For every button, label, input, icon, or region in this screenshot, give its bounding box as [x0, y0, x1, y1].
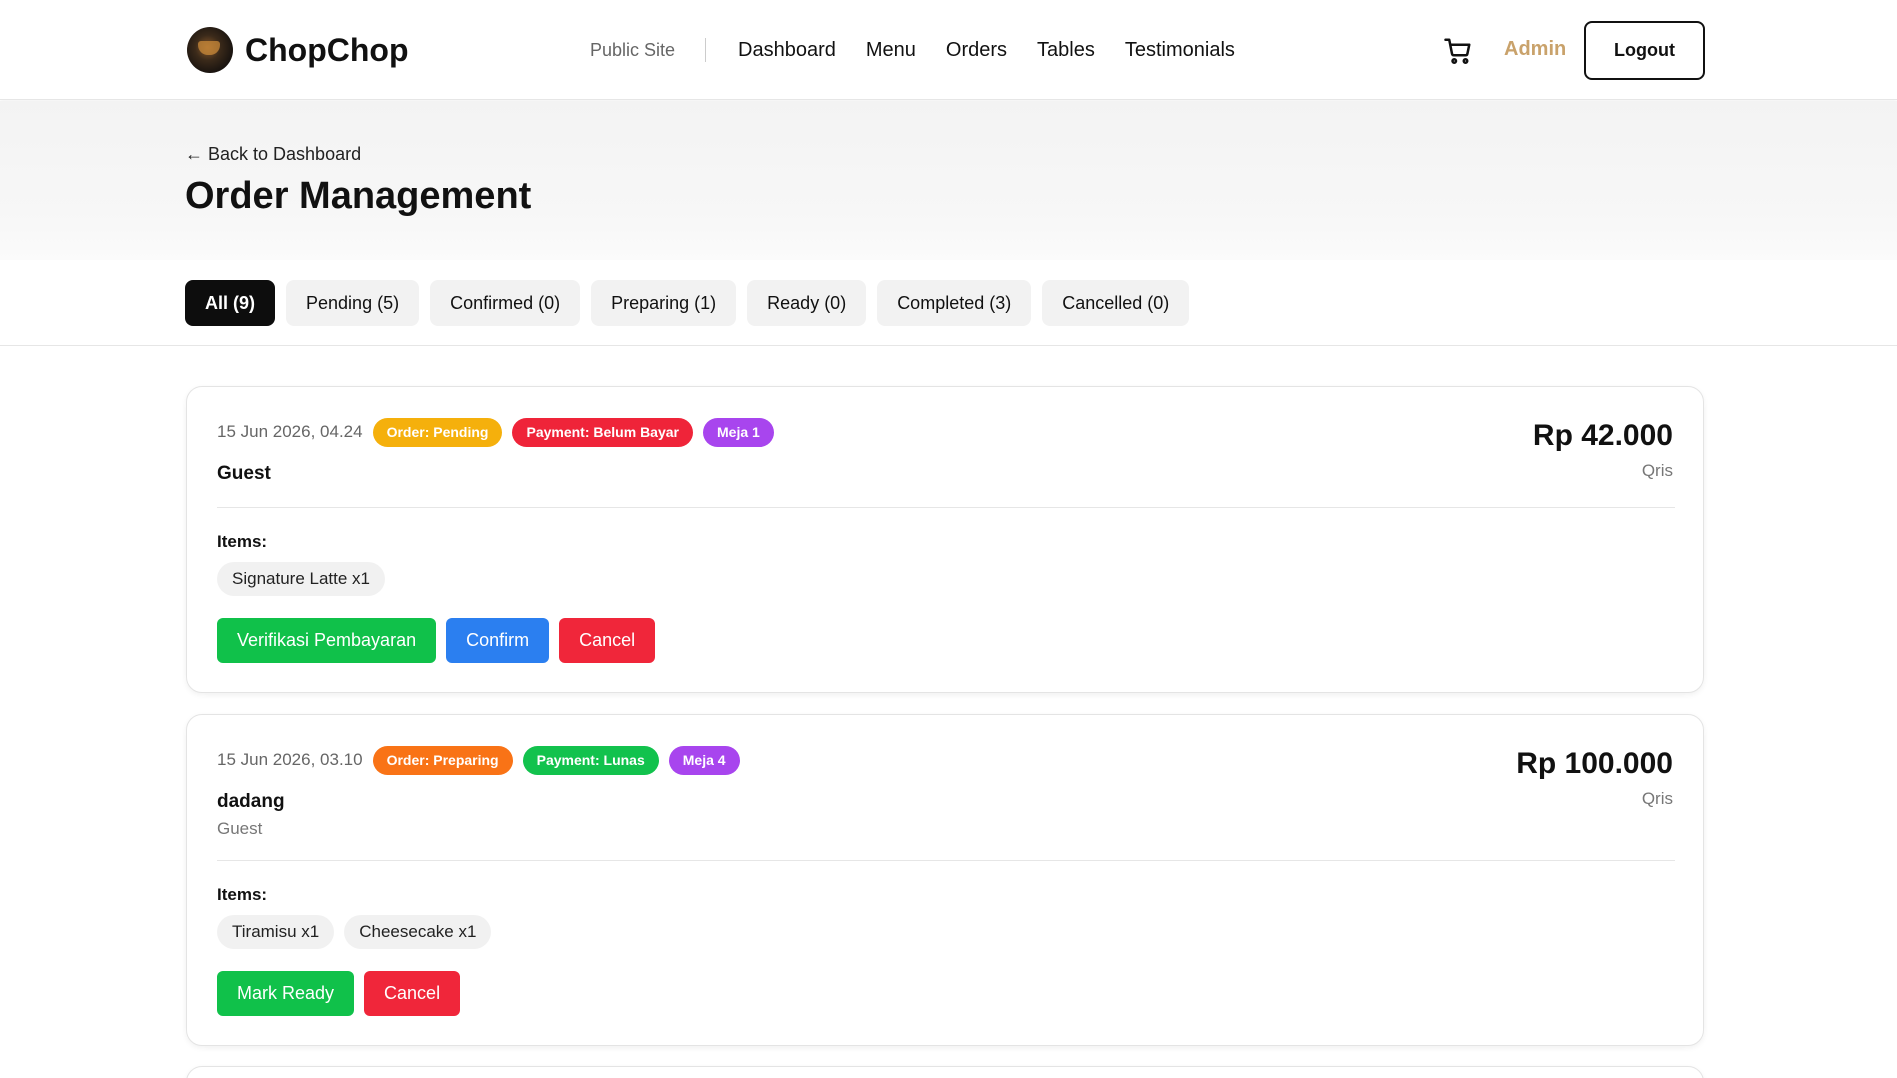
tab-ready[interactable]: Ready (0) — [747, 280, 867, 326]
item-chip: Tiramisu x1 — [217, 915, 335, 949]
mark-ready-button[interactable]: Mark Ready — [217, 971, 355, 1016]
customer-type: Guest — [217, 819, 263, 838]
order-card — [186, 1066, 1704, 1078]
brand-name: ChopChop — [245, 31, 409, 68]
back-to-dashboard-link[interactable]: ← Back to Dashboard — [185, 144, 361, 165]
items-label: Items: — [217, 885, 268, 904]
tab-preparing[interactable]: Preparing (1) — [591, 280, 737, 326]
page-title: Order Management — [185, 175, 532, 217]
order-items: Signature Latte x1 — [217, 562, 395, 596]
order-total: Rp 100.000 — [1516, 747, 1673, 780]
item-chip: Signature Latte x1 — [217, 562, 385, 596]
table-badge: Meja 4 — [668, 745, 740, 775]
admin-link[interactable]: Admin — [1504, 38, 1566, 61]
cancel-button[interactable]: Cancel — [559, 618, 656, 663]
tab-all[interactable]: All (9) — [185, 280, 276, 326]
order-status-badge: Order: Pending — [372, 417, 503, 447]
nav-testimonials[interactable]: Testimonials — [1125, 39, 1235, 62]
payment-method: Qris — [1641, 461, 1673, 480]
tab-pending[interactable]: Pending (5) — [286, 280, 420, 326]
table-badge: Meja 1 — [703, 417, 774, 447]
payment-method: Qris — [1641, 789, 1673, 808]
order-status-badge: Order: Preparing — [372, 745, 513, 775]
nav-dashboard[interactable]: Dashboard — [738, 39, 836, 62]
order-date: 15 Jun 2026, 03.10 — [217, 750, 363, 769]
card-divider — [217, 507, 1675, 508]
order-items: Tiramisu x1 Cheesecake x1 — [217, 915, 501, 949]
order-meta: 15 Jun 2026, 03.10 Order: Preparing Paym… — [217, 745, 750, 775]
tab-cancelled[interactable]: Cancelled (0) — [1042, 280, 1190, 326]
order-actions: Mark Ready Cancel — [217, 971, 470, 1016]
coffee-logo-icon — [187, 27, 233, 73]
nav-menu[interactable]: Menu — [866, 39, 916, 62]
order-card: 15 Jun 2026, 04.24 Order: Pending Paymen… — [186, 386, 1704, 693]
item-chip: Cheesecake x1 — [344, 915, 492, 949]
order-actions: Verifikasi Pembayaran Confirm Cancel — [217, 618, 665, 663]
brand[interactable]: ChopChop — [187, 27, 409, 73]
verify-payment-button[interactable]: Verifikasi Pembayaran — [217, 618, 437, 663]
order-card: 15 Jun 2026, 03.10 Order: Preparing Paym… — [186, 714, 1704, 1046]
order-meta: 15 Jun 2026, 04.24 Order: Pending Paymen… — [217, 417, 784, 447]
customer-name: Guest — [217, 463, 271, 484]
nav-orders[interactable]: Orders — [946, 39, 1007, 62]
tab-completed[interactable]: Completed (3) — [877, 280, 1032, 326]
card-divider — [217, 860, 1675, 861]
customer-name: dadang — [217, 791, 285, 812]
top-navbar: ChopChop Public Site Dashboard Menu Orde… — [0, 0, 1897, 100]
confirm-button[interactable]: Confirm — [446, 618, 550, 663]
main-nav: Public Site Dashboard Menu Orders Tables… — [590, 30, 1265, 70]
order-date: 15 Jun 2026, 04.24 — [217, 422, 363, 441]
tab-confirmed[interactable]: Confirmed (0) — [430, 280, 581, 326]
nav-public-site[interactable]: Public Site — [590, 38, 707, 62]
payment-status-badge: Payment: Lunas — [522, 745, 659, 775]
order-filter-tabs: All (9) Pending (5) Confirmed (0) Prepar… — [185, 280, 1200, 326]
nav-tables[interactable]: Tables — [1037, 39, 1095, 62]
filter-divider — [0, 345, 1897, 346]
logout-button[interactable]: Logout — [1584, 21, 1705, 80]
cart-icon[interactable] — [1443, 36, 1473, 66]
items-label: Items: — [217, 532, 268, 551]
payment-status-badge: Payment: Belum Bayar — [512, 417, 693, 447]
cancel-button[interactable]: Cancel — [364, 971, 461, 1016]
order-total: Rp 42.000 — [1532, 419, 1673, 452]
